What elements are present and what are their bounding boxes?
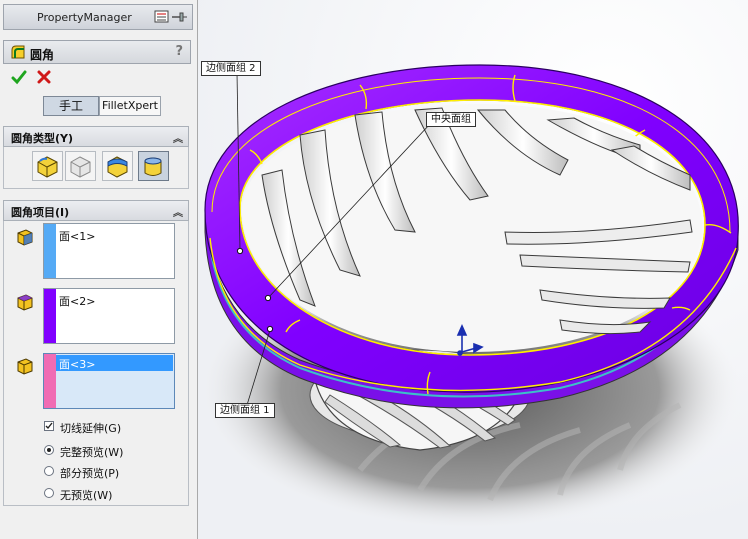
radio-unselected-icon[interactable] [44, 488, 54, 498]
variable-radius-fillet-icon [70, 156, 91, 178]
face-set-3-list[interactable]: 面<3> [43, 353, 175, 409]
full-round-fillet-icon [144, 157, 162, 176]
partial-preview-label: 部分预览(P) [60, 467, 120, 480]
feature-title: 圆角 [30, 48, 55, 62]
no-preview-label: 无预览(W) [60, 489, 113, 502]
tab-manual-label: 手工 [58, 99, 83, 113]
fillet-feature-icon [10, 44, 26, 63]
tab-filletxpert-label: FilletXpert [102, 99, 158, 112]
variable-radius-fillet-button[interactable] [65, 151, 96, 181]
tab-manual[interactable]: 手工 [43, 96, 99, 116]
face-fillet-icon [107, 156, 128, 178]
fillet-items-group-title: 圆角项目(I) [11, 206, 70, 219]
fillet-items-group-header[interactable]: 圆角项目(I) ︽ [3, 200, 189, 221]
face-set-1-list[interactable]: 面<1> [43, 223, 175, 279]
face-set-1-color-bar [44, 224, 56, 278]
tangent-propagation-label: 切线延伸(G) [60, 422, 122, 435]
face-set-2-item[interactable]: 面<2> [59, 293, 95, 309]
ok-check-icon[interactable] [11, 69, 27, 88]
face-set-3-color-bar [44, 354, 56, 408]
feature-title-bar: 圆角 ? [3, 40, 191, 64]
help-icon[interactable]: ? [175, 44, 183, 59]
constant-radius-fillet-icon [37, 156, 58, 178]
face-selection-icon [17, 229, 33, 246]
tab-filletxpert[interactable]: FilletXpert [99, 96, 161, 116]
full-preview-label: 完整预览(W) [60, 446, 124, 459]
constant-radius-fillet-button[interactable] [32, 151, 63, 181]
face-set-2-list[interactable]: 面<2> [43, 288, 175, 344]
property-manager-header: PropertyManager [3, 4, 193, 30]
graphics-viewport[interactable] [198, 0, 748, 539]
fillet-type-group-title: 圆角类型(Y) [11, 132, 74, 145]
face-selection-icon [17, 294, 33, 311]
collapse-chevron-icon[interactable]: ︽ [173, 130, 183, 145]
pin-panel-icon[interactable] [154, 9, 188, 25]
face-set-1-item[interactable]: 面<1> [59, 228, 95, 244]
callout-side-face-set-2[interactable]: 边侧面组 2 [201, 61, 261, 76]
checkbox-checked-icon[interactable] [44, 421, 54, 431]
callout-side-face-set-1[interactable]: 边侧面组 1 [215, 403, 275, 418]
radio-selected-icon[interactable] [44, 445, 54, 455]
radio-unselected-icon[interactable] [44, 466, 54, 476]
fillet-type-group-header[interactable]: 圆角类型(Y) ︽ [3, 126, 189, 147]
face-set-3-item[interactable]: 面<3> [59, 356, 95, 372]
property-manager-title: PropertyManager [37, 11, 132, 24]
callout-center-face-set[interactable]: 中央面组 [426, 112, 476, 127]
property-manager-panel: PropertyManager 圆角 ? 手工 FilletXpert 圆角类型… [0, 0, 198, 539]
face-set-2-color-bar [44, 289, 56, 343]
cancel-x-icon[interactable] [36, 69, 52, 88]
collapse-chevron-icon[interactable]: ︽ [173, 204, 183, 219]
face-selection-icon [17, 358, 33, 375]
face-fillet-button[interactable] [102, 151, 133, 181]
full-round-fillet-button[interactable] [138, 151, 169, 181]
